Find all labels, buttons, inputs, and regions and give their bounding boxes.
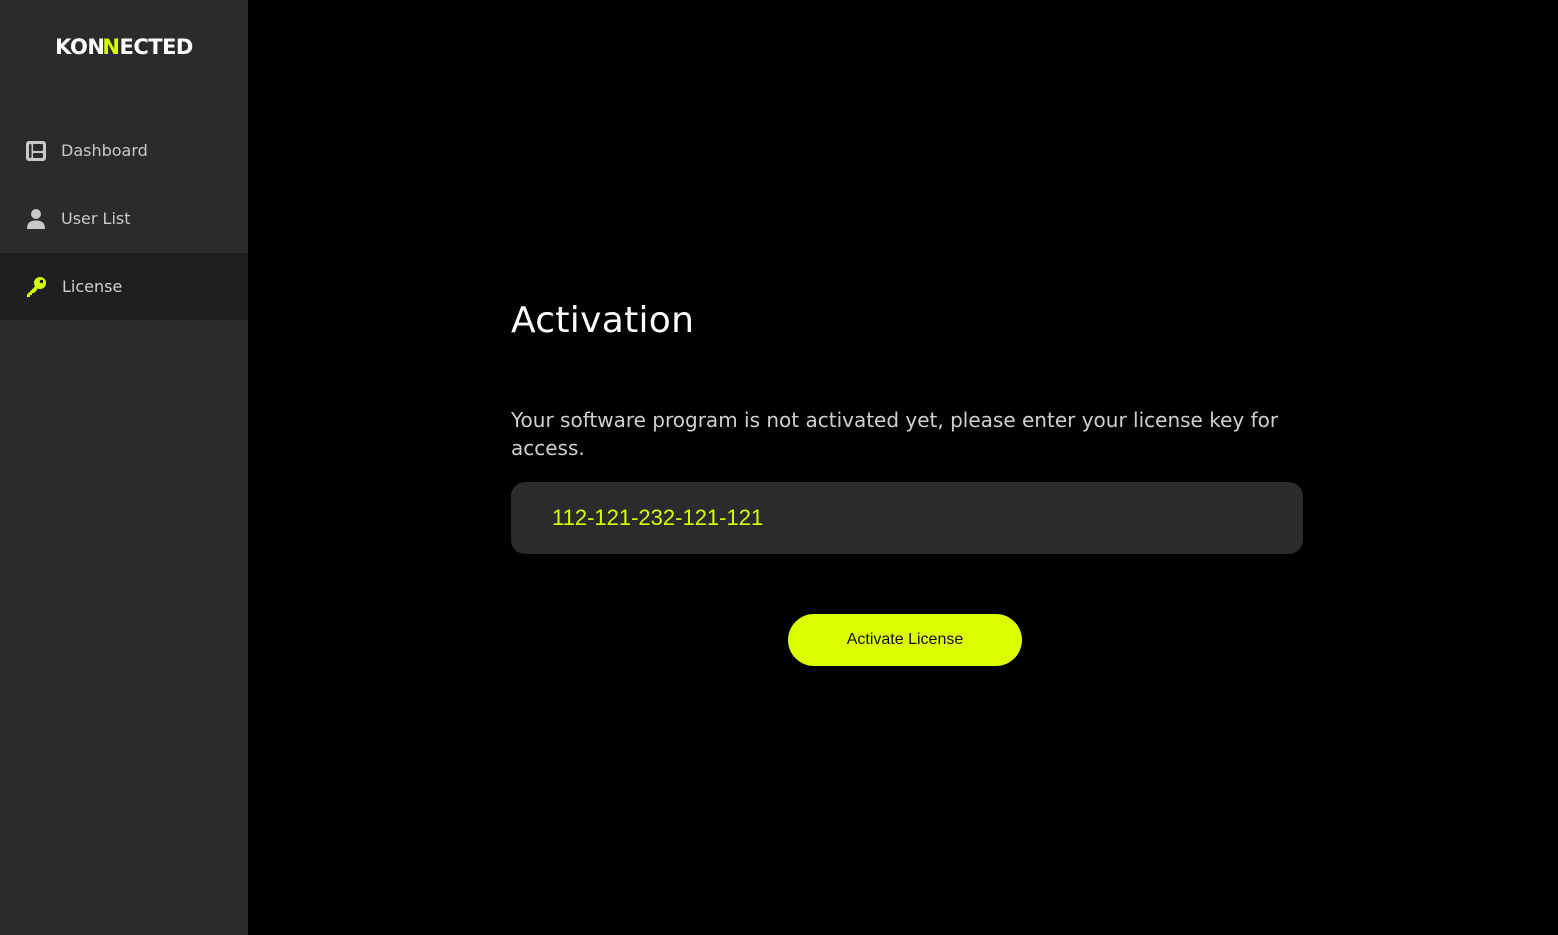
activate-license-button[interactable]: Activate License: [788, 614, 1022, 666]
sidebar-item-label: License: [62, 277, 123, 296]
sidebar-item-label: User List: [61, 209, 131, 228]
logo-suffix: ECTED: [119, 35, 193, 59]
dashboard-icon: [25, 140, 47, 162]
user-icon: [25, 208, 47, 230]
sidebar: KONNECTED Dashboard User List License: [0, 0, 248, 935]
sidebar-item-label: Dashboard: [61, 141, 148, 160]
key-icon: [25, 276, 47, 298]
page-title: Activation: [511, 300, 695, 341]
sidebar-item-user-list[interactable]: User List: [0, 185, 248, 252]
logo-prefix: KO: [55, 35, 88, 59]
app-root: KONNECTED Dashboard User List License Ac…: [0, 0, 1558, 935]
brand-logo: KONNECTED: [0, 33, 248, 61]
sidebar-item-license[interactable]: License: [0, 253, 248, 320]
logo-accent-letter: NN: [87, 35, 120, 59]
activation-description: Your software program is not activated y…: [511, 408, 1279, 460]
logo-accent-slash: N: [102, 35, 120, 59]
sidebar-item-dashboard[interactable]: Dashboard: [0, 117, 248, 184]
main-content: Activation Your software program is not …: [248, 0, 1558, 935]
license-key-input[interactable]: [511, 482, 1303, 554]
